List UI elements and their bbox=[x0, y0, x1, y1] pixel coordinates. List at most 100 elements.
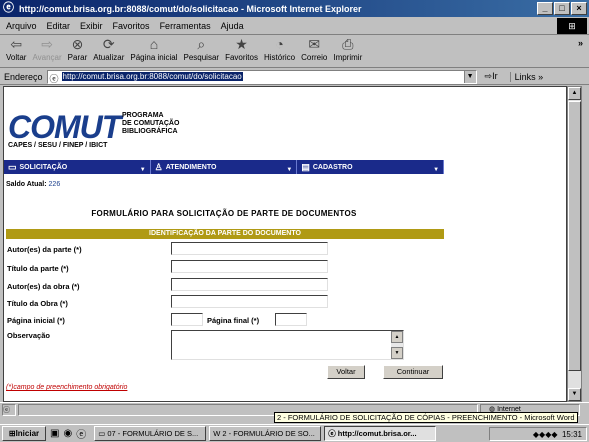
home-icon: ⌂ bbox=[149, 36, 159, 52]
favorites-icon: ★ bbox=[235, 36, 248, 52]
textarea-scrollbar[interactable]: ▲ ▼ bbox=[391, 331, 403, 359]
desktop-icon[interactable]: ▣ bbox=[50, 428, 59, 439]
forward-button[interactable]: ⇨ Avançar bbox=[32, 36, 61, 68]
clock: 15:31 bbox=[561, 429, 582, 439]
chevron-down-icon: ▼ bbox=[433, 167, 440, 173]
system-tray: ◆◆◆◆ 15:31 bbox=[489, 427, 587, 441]
go-arrow-icon: ⇨ bbox=[484, 71, 493, 81]
toolbar-chevron-icon[interactable]: » bbox=[578, 38, 583, 48]
menu-editar[interactable]: Editar bbox=[47, 21, 71, 31]
pagina-final-input[interactable] bbox=[275, 313, 307, 326]
form-title: FORMULÁRIO PARA SOLICITAÇÃO DE PARTE DE … bbox=[91, 209, 357, 218]
logo-subtitle: PROGRAMA DE COMUTAÇÃO BIBLIOGRÁFICA bbox=[122, 112, 180, 135]
autores-obra-input[interactable] bbox=[171, 278, 328, 291]
monitor-icon: ▭ bbox=[8, 161, 17, 172]
required-note: (*)campo de preenchimento obrigatório bbox=[6, 384, 128, 391]
menu-ajuda[interactable]: Ajuda bbox=[221, 21, 244, 31]
start-button[interactable]: ⊞ Iniciar bbox=[2, 426, 46, 441]
windows-flag-icon: ⊞ bbox=[8, 429, 16, 438]
menu-bar: Arquivo Editar Exibir Favoritos Ferramen… bbox=[0, 17, 589, 35]
page-icon: ⓔ bbox=[49, 73, 59, 84]
scroll-up-icon[interactable]: ▲ bbox=[391, 331, 403, 343]
toolbar: ⇦ Voltar ⇨ Avançar ⊗ Parar ⟳ Atualizar ⌂ Pági… bbox=[0, 36, 589, 68]
refresh-icon: ⟳ bbox=[102, 36, 115, 52]
menu-exibir[interactable]: Exibir bbox=[80, 21, 103, 31]
mail-button[interactable]: ✉ Correio bbox=[301, 36, 327, 68]
task-word[interactable]: W 2 - FORMULÁRIO DE SO... bbox=[209, 426, 322, 441]
mail-icon: ✉ bbox=[308, 36, 321, 52]
history-icon: ◔ bbox=[275, 36, 284, 52]
back-arrow-icon: ⇦ bbox=[10, 36, 23, 52]
ie-quicklaunch-icon[interactable]: ⓔ bbox=[76, 426, 86, 441]
taskbar: ⊞ Iniciar ▣ ◉ ⓔ ▭ 07 - FORMULÁRIO DE S...… bbox=[0, 424, 589, 442]
continuar-button[interactable]: Continuar bbox=[383, 365, 443, 379]
page-scrollbar[interactable]: ▲ ▼ bbox=[567, 86, 582, 402]
folder-icon: ▭ bbox=[98, 429, 106, 438]
status-page-icon: ⓔ bbox=[2, 403, 16, 416]
scroll-down-icon[interactable]: ▼ bbox=[391, 347, 403, 359]
page-content: COMUT PROGRAMA DE COMUTAÇÃO BIBLIOGRÁFIC… bbox=[3, 86, 567, 402]
autores-parte-input[interactable] bbox=[171, 242, 328, 255]
label-autores-parte: Autor(es) da parte (*) bbox=[7, 245, 82, 254]
address-url: http://comut.brisa.org.br:8088/comut/do/… bbox=[61, 72, 243, 81]
history-button[interactable]: ◔ Histórico bbox=[264, 36, 295, 68]
windows-logo-icon: ⊞ bbox=[557, 18, 587, 34]
label-titulo-obra: Título da Obra (*) bbox=[7, 299, 68, 308]
label-pagina-final: Página final (*) bbox=[207, 316, 260, 325]
tray-icons: ◆◆◆◆ bbox=[532, 429, 562, 439]
capes-line: CAPES / SESU / FINEP / IBICT bbox=[8, 142, 108, 149]
nav-bar: ▭ SOLICITAÇÃO ▼ ♙ ATENDIMENTO ▼ ▤ CADASTRO ▼ bbox=[4, 160, 445, 174]
scroll-up-icon[interactable]: ▲ bbox=[568, 87, 581, 100]
scroll-thumb[interactable] bbox=[568, 101, 581, 371]
forward-arrow-icon: ⇨ bbox=[41, 36, 53, 52]
address-dropdown-icon[interactable]: ▼ bbox=[463, 70, 476, 83]
label-observacao: Observação bbox=[7, 331, 50, 340]
links-button[interactable]: Links » bbox=[509, 71, 543, 82]
task-browser[interactable]: ⓔ http://comut.brisa.or... bbox=[324, 426, 437, 441]
print-icon: ⎙ bbox=[342, 36, 354, 52]
task-folder[interactable]: ▭ 07 - FORMULÁRIO DE S... bbox=[94, 426, 207, 441]
menu-favoritos[interactable]: Favoritos bbox=[113, 21, 150, 31]
label-titulo-parte: Título da parte (*) bbox=[7, 264, 69, 273]
home-button[interactable]: ⌂ Página inicial bbox=[130, 36, 177, 68]
print-button[interactable]: ⎙ Imprimir bbox=[333, 36, 362, 68]
search-button[interactable]: ⌕ Pesquisar bbox=[184, 36, 220, 68]
label-autores-obra: Autor(es) da obra (*) bbox=[7, 282, 80, 291]
window-titlebar: ⓔ http://comut.brisa.org.br:8088/comut/d… bbox=[0, 0, 589, 17]
search-icon: ⌕ bbox=[197, 36, 206, 52]
address-bar: Endereço ⓔ http://comut.brisa.org.br:808… bbox=[0, 69, 589, 85]
close-button[interactable]: × bbox=[571, 2, 587, 15]
label-pagina-inicial: Página inicial (*) bbox=[7, 316, 65, 325]
go-button[interactable]: ⇨Ir bbox=[485, 71, 498, 82]
back-button[interactable]: ⇦ Voltar bbox=[6, 36, 26, 68]
scroll-down-icon[interactable]: ▼ bbox=[568, 388, 581, 401]
logo-text: COMUT bbox=[8, 109, 121, 145]
menu-ferramentas[interactable]: Ferramentas bbox=[160, 21, 211, 31]
pagina-inicial-input[interactable] bbox=[171, 313, 203, 326]
chevron-down-icon: ▼ bbox=[286, 167, 293, 173]
outlook-icon[interactable]: ◉ bbox=[63, 428, 72, 439]
saldo-value: 226 bbox=[48, 181, 61, 188]
nav-cadastro[interactable]: ▤ CADASTRO ▼ bbox=[297, 160, 445, 174]
maximize-button[interactable]: □ bbox=[554, 2, 570, 15]
minimize-button[interactable]: _ bbox=[537, 2, 553, 15]
saldo: Saldo Atual: 226 bbox=[6, 181, 61, 188]
favorites-button[interactable]: ★ Favoritos bbox=[225, 36, 258, 68]
address-input[interactable]: ⓔ http://comut.brisa.org.br:8088/comut/d… bbox=[46, 69, 477, 84]
voltar-button[interactable]: Voltar bbox=[327, 365, 365, 379]
titulo-parte-input[interactable] bbox=[171, 260, 328, 273]
observacao-textarea[interactable]: ▲ ▼ bbox=[171, 330, 404, 360]
stop-icon: ⊗ bbox=[71, 36, 84, 52]
ie-icon: ⓔ bbox=[3, 2, 14, 14]
refresh-button[interactable]: ⟳ Atualizar bbox=[93, 36, 124, 68]
taskbar-tooltip: 2 - FORMULÁRIO DE SOLICITAÇÃO DE CÓPIAS … bbox=[274, 412, 578, 423]
stop-button[interactable]: ⊗ Parar bbox=[68, 36, 88, 68]
menu-arquivo[interactable]: Arquivo bbox=[6, 21, 37, 31]
titulo-obra-input[interactable] bbox=[171, 295, 328, 308]
ie-task-icon: ⓔ bbox=[328, 429, 336, 438]
nav-solicitacao[interactable]: ▭ SOLICITAÇÃO ▼ bbox=[4, 160, 151, 174]
nav-atendimento[interactable]: ♙ ATENDIMENTO ▼ bbox=[151, 160, 298, 174]
window-title: http://comut.brisa.org.br:8088/comut/do/… bbox=[19, 3, 362, 14]
chevron-down-icon: ▼ bbox=[139, 167, 146, 173]
section-header: IDENTIFICAÇÃO DA PARTE DO DOCUMENTO bbox=[6, 229, 444, 239]
